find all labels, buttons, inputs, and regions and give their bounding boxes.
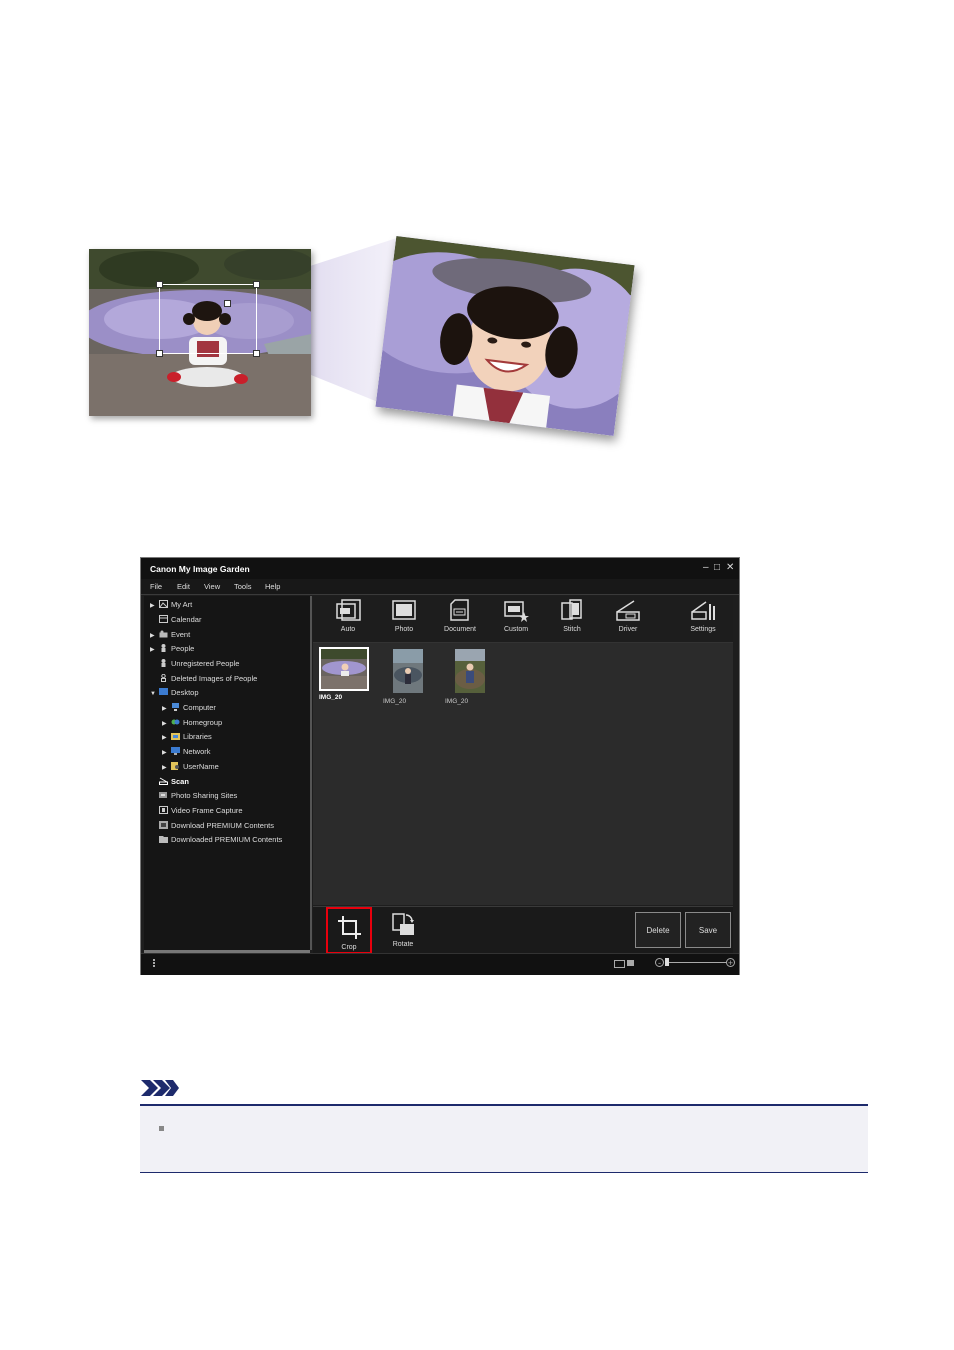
action-bar: Crop Rotate Delete Save: [313, 906, 733, 954]
menu-help[interactable]: Help: [265, 582, 280, 591]
auto-scan-icon: [336, 599, 361, 621]
note-bullet: [159, 1126, 164, 1131]
photo-sharing-icon: [159, 790, 168, 798]
note-icon: [141, 1080, 181, 1103]
settings-button[interactable]: Settings: [681, 598, 725, 633]
list-view-icon[interactable]: [614, 960, 625, 968]
menu-edit[interactable]: Edit: [177, 582, 190, 591]
zoom-slider-track[interactable]: [665, 962, 727, 963]
auto-button[interactable]: Auto: [326, 598, 370, 633]
sidebar-item-event[interactable]: ▶ Event: [150, 628, 190, 641]
stitch-button[interactable]: Stitch: [550, 598, 594, 633]
title-bar: Canon My Image Garden – □ ✕: [141, 558, 739, 580]
computer-icon: [171, 702, 180, 711]
download-icon: [159, 820, 168, 829]
photo-button[interactable]: Photo: [382, 598, 426, 633]
document-button[interactable]: Document: [438, 598, 482, 633]
menu-view[interactable]: View: [204, 582, 220, 591]
maximize-icon[interactable]: □: [714, 562, 720, 574]
sidebar-item-libraries[interactable]: ▶ Libraries: [162, 730, 212, 743]
status-bar: - +: [141, 953, 739, 975]
rotate-icon: [392, 913, 414, 935]
sidebar-item-homegroup[interactable]: ▶ Homegroup: [162, 716, 222, 729]
zoom-in-icon[interactable]: +: [726, 958, 735, 968]
thumbnail-caption: IMG_20: [319, 694, 343, 701]
sidebar-item-computer[interactable]: ▶ Computer: [162, 701, 216, 714]
close-icon[interactable]: ✕: [726, 562, 734, 574]
zoom-slider-handle[interactable]: [665, 958, 669, 966]
sidebar-item-desktop[interactable]: ▼ Desktop: [150, 686, 199, 699]
note-box: [140, 1104, 868, 1173]
crop-frame: [156, 281, 260, 357]
sidebar-item-download-premium[interactable]: Download PREMIUM Contents: [150, 819, 274, 832]
toolbar: Auto Photo Document Custom Stitch Driver…: [313, 596, 733, 643]
user-folder-icon: [171, 761, 180, 770]
thumbnail-image: [455, 649, 485, 693]
thumbnail-caption: IMG_20: [445, 698, 469, 705]
app-window: Canon My Image Garden – □ ✕ File Edit Vi…: [140, 557, 740, 975]
sidebar-item-scan[interactable]: Scan: [150, 775, 189, 788]
sidebar-item-unregistered-people[interactable]: Unregistered People: [150, 657, 239, 670]
driver-button[interactable]: Driver: [606, 598, 650, 633]
sidebar-item-photo-sharing[interactable]: Photo Sharing Sites: [150, 789, 237, 802]
scan-icon: [159, 776, 168, 785]
thumbnail-item[interactable]: IMG_20: [319, 647, 369, 701]
folder-icon: [159, 834, 168, 843]
crop-icon: [338, 916, 361, 939]
thumbnail-area: IMG_20 IMG_20 IMG_20: [313, 643, 733, 905]
sidebar: ▶ My Art Calendar ▶ Event ▶ People Unregist…: [144, 596, 312, 950]
thumbnail-item[interactable]: IMG_20: [383, 649, 433, 705]
menu-tools[interactable]: Tools: [234, 582, 252, 591]
zoom-out-icon[interactable]: -: [655, 958, 664, 968]
sidebar-item-downloaded-premium[interactable]: Downloaded PREMIUM Contents: [150, 833, 282, 846]
video-frame-icon: [159, 805, 168, 814]
settings-icon: [691, 601, 715, 620]
libraries-icon: [171, 731, 180, 740]
network-icon: [171, 746, 180, 755]
window-title: Canon My Image Garden: [150, 564, 250, 574]
thumbnail-item[interactable]: IMG_20: [445, 649, 495, 705]
thumbnail-view-icon[interactable]: [627, 960, 634, 966]
minimize-icon[interactable]: –: [703, 562, 709, 574]
person-outline-icon: [159, 673, 168, 682]
thumbnail-image: [319, 647, 369, 691]
stitch-icon: [561, 599, 582, 620]
sidebar-item-people[interactable]: ▶ People: [150, 642, 194, 655]
person-icon: [159, 643, 168, 652]
custom-scan-icon: [504, 601, 529, 622]
custom-button[interactable]: Custom: [494, 598, 538, 633]
photo-scan-icon: [392, 600, 416, 620]
rotate-button[interactable]: Rotate: [381, 911, 425, 953]
save-button[interactable]: Save: [685, 912, 731, 948]
original-photo: [89, 249, 311, 416]
thumbnail-image: [393, 649, 423, 693]
menu-file[interactable]: File: [150, 582, 162, 591]
sidebar-item-network[interactable]: ▶ Network: [162, 745, 211, 758]
crop-button[interactable]: Crop: [326, 907, 372, 954]
sidebar-item-video-frame[interactable]: Video Frame Capture: [150, 804, 243, 817]
scanner-driver-icon: [616, 600, 640, 621]
sidebar-item-username[interactable]: ▶ UserName: [162, 760, 219, 773]
sidebar-item-calendar[interactable]: Calendar: [150, 613, 201, 626]
delete-button[interactable]: Delete: [635, 912, 681, 948]
menu-bar: File Edit View Tools Help: [141, 579, 739, 595]
sidebar-item-deleted-images[interactable]: Deleted Images of People: [150, 672, 257, 685]
person-icon: [159, 658, 168, 667]
my-art-icon: [159, 599, 168, 608]
cropped-photo: [375, 236, 635, 436]
homegroup-icon: [171, 717, 180, 725]
document-scan-icon: [450, 599, 469, 621]
thumbnail-caption: IMG_20: [383, 698, 407, 705]
calendar-icon: [159, 614, 168, 623]
event-icon: [159, 629, 168, 638]
desktop-icon: [159, 687, 168, 695]
sidebar-item-my-art[interactable]: ▶ My Art: [150, 598, 192, 611]
sidebar-toggle-icon[interactable]: [153, 959, 157, 967]
